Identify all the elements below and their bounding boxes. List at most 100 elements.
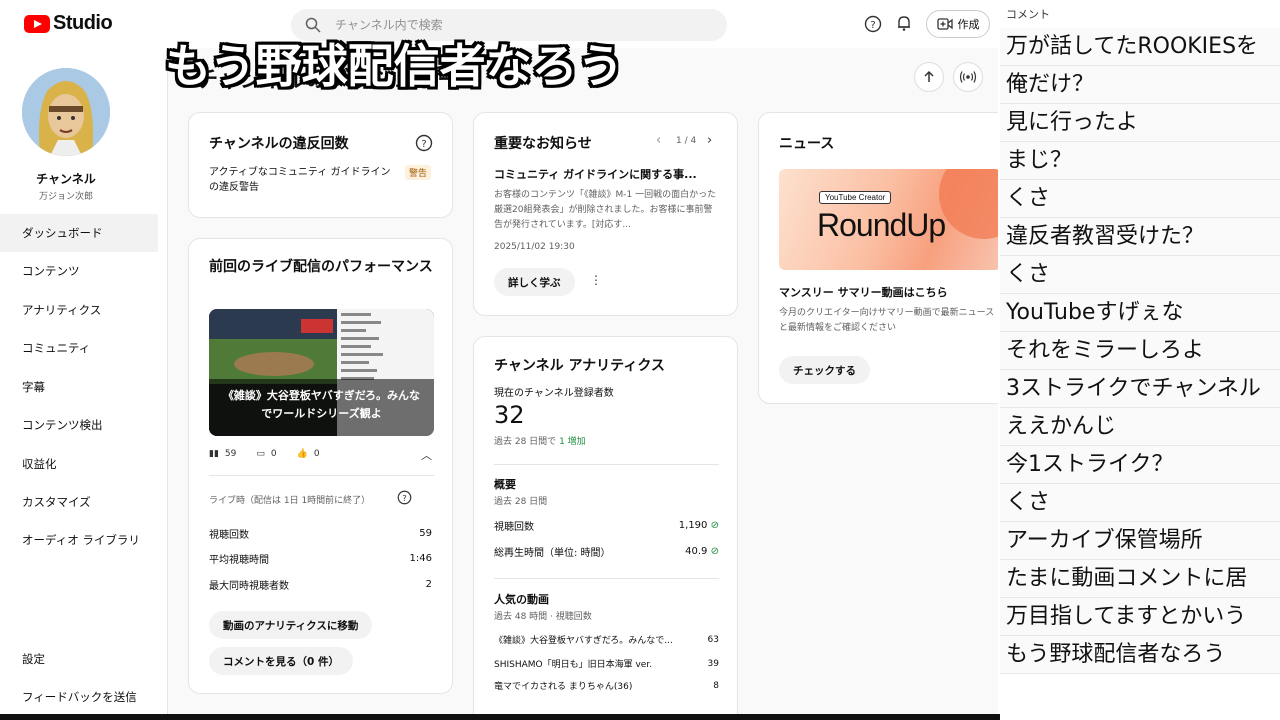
popular-video-row[interactable]: 竜マでイカされる まりちゃん(36) 8 — [494, 679, 719, 693]
sidebar-item-customization[interactable]: カスタマイズ — [0, 483, 158, 521]
learn-more-button[interactable]: 詳しく学ぶ — [494, 268, 575, 296]
sidebar-item-label: フィードバックを送信 — [22, 690, 137, 704]
sidebar-item-feedback[interactable]: フィードバックを送信 — [0, 678, 158, 716]
subs-change-prefix: 過去 28 日間で — [494, 437, 557, 447]
sidebar-item-content-detection[interactable]: コンテンツ検出 — [0, 406, 158, 444]
channel-handle: 万ジョン次郎 — [38, 192, 93, 202]
summary-value: 1,190 — [678, 520, 708, 531]
comments-header: コメント — [1006, 8, 1050, 21]
comments-count: 0 — [270, 449, 277, 459]
help-icon[interactable]: ? — [863, 14, 883, 34]
sidebar-item-label: 設定 — [22, 652, 45, 666]
news-banner[interactable]: YouTube Creator RoundUp — [779, 169, 1001, 270]
comment-line: くさ — [1000, 180, 1280, 218]
summary-row: 総再生時間（単位: 時間） 40.9 ⊘ — [494, 544, 719, 559]
stat-value: 59 — [419, 528, 432, 539]
thumbnail-caption: 《雑談》大谷登板ヤバすぎだろ。みんなでワールドシリーズ観よ — [222, 389, 421, 420]
sidebar-item-analytics[interactable]: アナリティクス — [0, 291, 158, 329]
comment-line: もう野球配信者なろう — [1000, 636, 1280, 674]
sidebar-item-audio-library[interactable]: オーディオ ライブラリ — [0, 521, 158, 559]
comment-line: 見に行ったよ — [1000, 104, 1280, 142]
notice-title: 重要なお知らせ — [494, 136, 592, 152]
live-title: 前回のライブ配信のパフォーマンス — [209, 259, 433, 275]
popular-title: 人気の動画 — [494, 593, 549, 606]
live-performance-card: 前回のライブ配信のパフォーマンス 《雑談》大谷登板ヤバすぎだろ。みんなでワールド… — [188, 238, 453, 694]
upload-button[interactable] — [914, 62, 944, 92]
popular-period: 過去 48 時間 · 視聴回数 — [494, 612, 592, 622]
sidebar-item-label: オーディオ ライブラリ — [22, 533, 140, 547]
comment-line: アーカイブ保管場所 — [1000, 522, 1280, 560]
stat-value: 1:46 — [409, 553, 432, 564]
studio-logo[interactable]: Studio — [24, 12, 113, 35]
prev-icon[interactable]: ‹ — [656, 133, 661, 148]
more-options-icon[interactable]: ⋮ — [590, 273, 602, 287]
sidebar-item-settings[interactable]: 設定 — [0, 640, 158, 678]
sidebar-item-label: ダッシュボード — [22, 226, 103, 240]
likes-count: 0 — [313, 449, 320, 459]
summary-row: 視聴回数 1,190 ⊘ — [494, 518, 719, 533]
like-icon: 👍 — [296, 449, 308, 459]
comment-icon: ▭ — [256, 449, 265, 459]
stat-label: 視聴回数 — [209, 530, 249, 541]
news-headline[interactable]: マンスリー サマリー動画はこちら — [779, 284, 948, 300]
sidebar-item-label: 収益化 — [22, 457, 57, 471]
live-thumbnail[interactable]: 《雑談》大谷登板ヤバすぎだろ。みんなでワールドシリーズ観よ — [209, 309, 434, 436]
svg-text:?: ? — [402, 493, 406, 503]
notice-card: 重要なお知らせ ‹ 1 / 4 › コミュニティ ガイドラインに関する事... … — [473, 112, 738, 316]
stat-value: 2 — [425, 579, 432, 590]
comment-line: 万が話してたROOKIESを — [1000, 28, 1280, 66]
create-button[interactable]: 作成 — [926, 10, 990, 38]
comment-line: ええかんじ — [1000, 408, 1280, 446]
warning-badge: 警告 — [405, 165, 432, 180]
subs-change-text: 過去 28 日間で 1 増加 — [494, 434, 586, 447]
views-icon: ▮▮ — [209, 449, 219, 459]
analytics-title: チャンネル アナリティクス — [494, 358, 665, 374]
popular-video-title: 竜マでイカされる まりちゃん(36) — [494, 682, 633, 692]
views-count: 59 — [224, 449, 237, 459]
live-note: ライブ時（配信は 1日 1時間前に終了） — [209, 496, 371, 506]
comment-line: くさ — [1000, 484, 1280, 522]
menu-icon[interactable] — [0, 14, 4, 30]
next-icon[interactable]: › — [707, 133, 712, 148]
help-icon[interactable]: ? — [415, 134, 433, 156]
sidebar-item-dashboard[interactable]: ダッシュボード — [0, 214, 158, 252]
subs-change-value: 1 増加 — [559, 437, 586, 447]
comment-line: 俺だけ？ — [1000, 66, 1280, 104]
sidebar-item-monetization[interactable]: 収益化 — [0, 445, 158, 483]
channel-avatar[interactable] — [22, 68, 110, 156]
svg-text:?: ? — [870, 20, 875, 31]
check-icon: ⊘ — [710, 546, 719, 557]
sidebar-item-subtitles[interactable]: 字幕 — [0, 368, 158, 406]
summary-label: 総再生時間（単位: 時間） — [494, 548, 611, 559]
popular-video-row[interactable]: SHISHAMO「明日も」旧日本海軍 ver. 39 — [494, 657, 719, 671]
go-live-button[interactable] — [953, 62, 983, 92]
live-icon — [959, 71, 977, 83]
comment-line: それをミラーしろよ — [1000, 332, 1280, 370]
svg-text:?: ? — [421, 139, 426, 150]
violations-card: チャンネルの違反回数 ? アクティブなコミュニティ ガイドラインの違反警告 警告 — [188, 112, 453, 218]
banner-tag: YouTube Creator — [819, 191, 892, 204]
popular-video-views: 63 — [707, 634, 719, 645]
comment-line: まじ？ — [1000, 142, 1280, 180]
stat-label: 平均視聴時間 — [209, 555, 269, 566]
help-icon[interactable]: ? — [397, 490, 412, 509]
video-analytics-button[interactable]: 動画のアナリティクスに移動 — [209, 611, 373, 639]
live-metrics: ▮▮ 59 ▭ 0 👍 0 — [209, 449, 320, 459]
bell-icon[interactable] — [894, 13, 914, 33]
sidebar-item-label: カスタマイズ — [22, 495, 91, 509]
check-news-button[interactable]: チェックする — [779, 356, 870, 384]
comment-line: 違反者教習受けた？ — [1000, 218, 1280, 256]
notice-date: 2025/11/02 19:30 — [494, 242, 575, 252]
collapse-icon[interactable]: ︿ — [421, 447, 432, 463]
sidebar-item-label: コンテンツ検出 — [22, 418, 103, 432]
comment-line: 万目指してますとかいう — [1000, 598, 1280, 636]
view-comments-button[interactable]: コメントを見る（0 件） — [209, 647, 353, 675]
logo-text: Studio — [53, 12, 113, 34]
comment-line: YouTubeすげぇな — [1000, 294, 1280, 332]
sidebar-item-label: コンテンツ — [22, 264, 80, 278]
youtube-logo-icon — [24, 14, 50, 33]
notice-headline[interactable]: コミュニティ ガイドラインに関する事... — [494, 166, 719, 182]
sidebar-item-content[interactable]: コンテンツ — [0, 252, 158, 290]
popular-video-row[interactable]: 《雑談》大谷登板ヤバすぎだろ。みんなで... 63 — [494, 633, 719, 647]
sidebar-item-community[interactable]: コミュニティ — [0, 329, 158, 367]
